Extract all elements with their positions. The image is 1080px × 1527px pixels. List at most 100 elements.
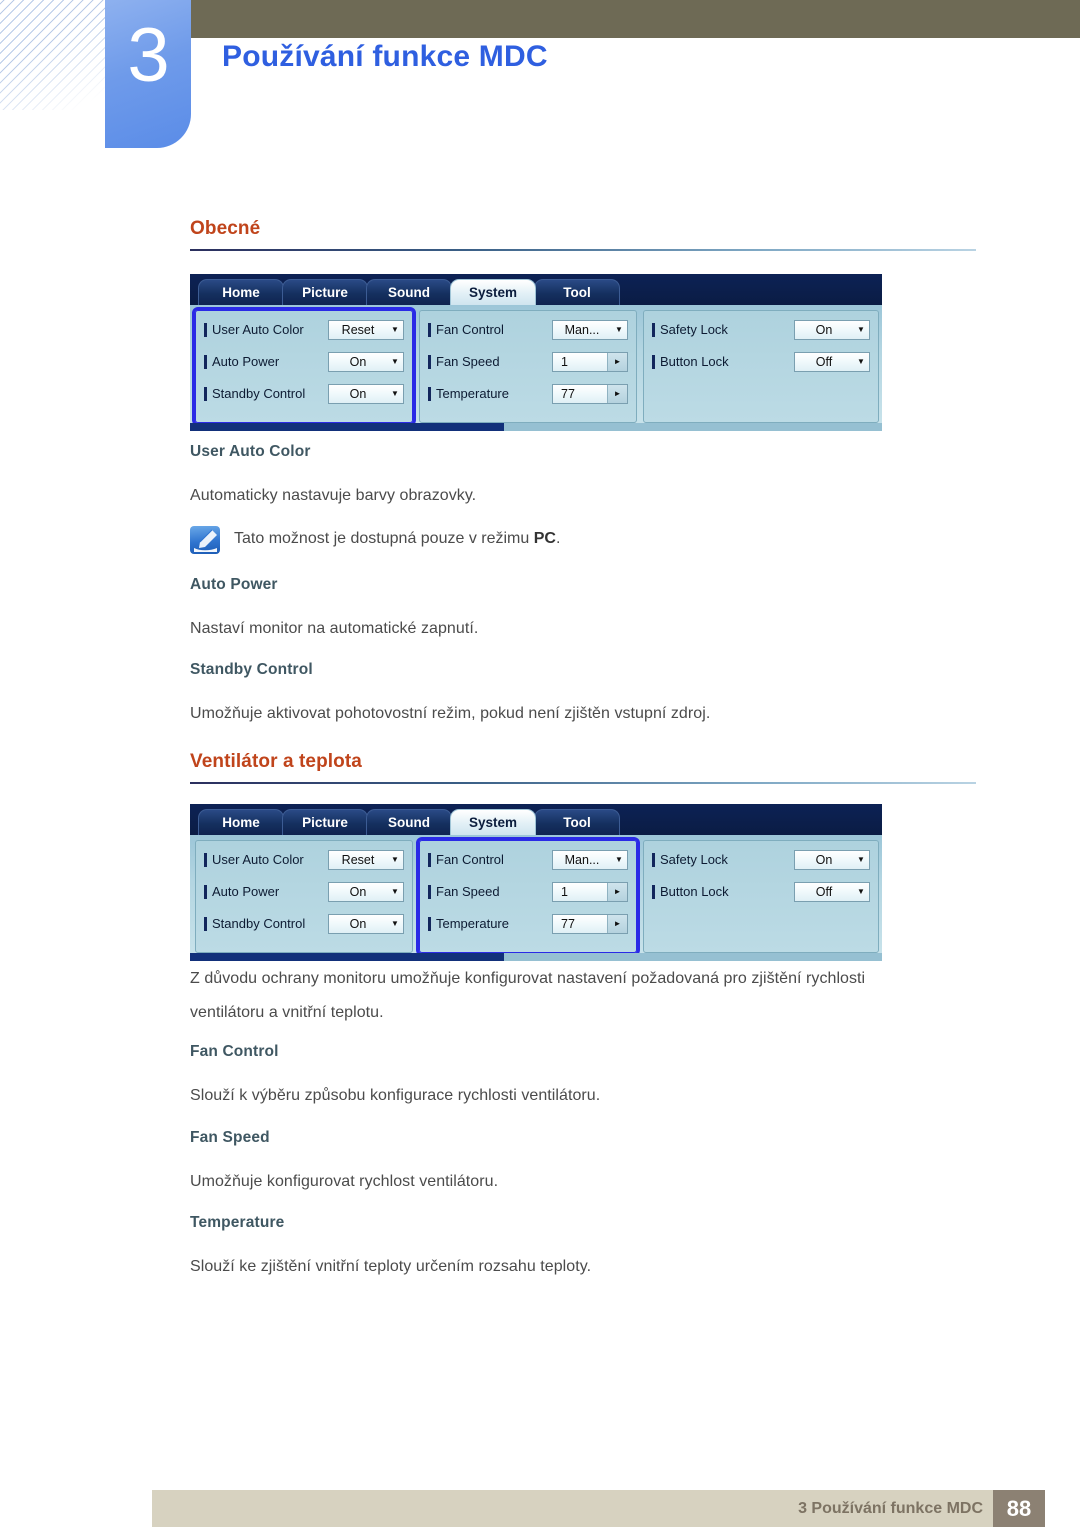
mdc-combo-value: On bbox=[349, 386, 367, 401]
mdc-tab-system[interactable]: System bbox=[450, 809, 536, 835]
mdc-row-button-lock: Button Lock Off ▼ bbox=[652, 880, 870, 903]
mdc-combo-value: Off bbox=[815, 884, 833, 899]
mdc-spinner-value: 1 bbox=[561, 884, 568, 899]
mdc-label-fan-speed: Fan Speed bbox=[436, 354, 500, 369]
mdc-label-temperature: Temperature bbox=[436, 386, 509, 401]
mdc-combo-safety-lock[interactable]: On ▼ bbox=[794, 319, 870, 340]
subheading-fan-speed: Fan Speed bbox=[190, 1129, 270, 1146]
mdc-combo-value: On bbox=[349, 354, 367, 369]
chevron-right-icon[interactable]: ► bbox=[607, 352, 627, 371]
mdc-label-fan-control: Fan Control bbox=[436, 852, 504, 867]
bullet-icon bbox=[428, 916, 431, 931]
mdc-row-temperature: Temperature 77 ► bbox=[428, 382, 628, 405]
mdc-bottom-bar bbox=[190, 953, 882, 961]
mdc-row-button-lock: Button Lock Off ▼ bbox=[652, 350, 870, 373]
chevron-right-icon[interactable]: ► bbox=[607, 914, 627, 933]
bullet-icon bbox=[204, 884, 207, 899]
chevron-down-icon: ▼ bbox=[391, 356, 399, 366]
mdc-screenshot-fan: Home Picture Sound System Tool User Auto Col… bbox=[190, 804, 882, 961]
subheading-standby-control: Standby Control bbox=[190, 661, 313, 678]
mdc-combo-user-auto-color[interactable]: Reset ▼ bbox=[328, 319, 404, 340]
mdc-combo-fan-control[interactable]: Man... ▼ bbox=[552, 319, 628, 340]
mdc-tab-bar: Home Picture Sound System Tool bbox=[190, 804, 882, 835]
chevron-right-icon[interactable]: ► bbox=[607, 882, 627, 901]
mdc-spinner-temperature[interactable]: 77 ► bbox=[552, 383, 628, 404]
mdc-combo-value: Reset bbox=[341, 322, 375, 337]
mdc-bottom-bar bbox=[190, 423, 882, 431]
mdc-row-auto-power: Auto Power On ▼ bbox=[204, 880, 404, 903]
chevron-down-icon: ▼ bbox=[857, 854, 865, 864]
mdc-tab-sound[interactable]: Sound bbox=[366, 809, 452, 835]
mdc-combo-fan-control[interactable]: Man... ▼ bbox=[552, 849, 628, 870]
note-text-before: Tato možnost je dostupná pouze v režimu bbox=[234, 530, 534, 547]
page-footer: 3 Používání funkce MDC 88 bbox=[152, 1490, 1045, 1527]
mdc-combo-safety-lock[interactable]: On ▼ bbox=[794, 849, 870, 870]
mdc-tab-home[interactable]: Home bbox=[198, 809, 284, 835]
section-title-obecne: Obecné bbox=[190, 218, 261, 239]
mdc-tab-tool[interactable]: Tool bbox=[534, 279, 620, 305]
mdc-combo-value: On bbox=[815, 322, 833, 337]
chevron-down-icon: ▼ bbox=[615, 324, 623, 334]
mdc-row-auto-power: Auto Power On ▼ bbox=[204, 350, 404, 373]
mdc-combo-auto-power[interactable]: On ▼ bbox=[328, 881, 404, 902]
mdc-tab-tool[interactable]: Tool bbox=[534, 809, 620, 835]
bullet-icon bbox=[428, 386, 431, 401]
mdc-label-temperature: Temperature bbox=[436, 916, 509, 931]
mdc-label-standby-control: Standby Control bbox=[212, 916, 306, 931]
mdc-combo-value: Man... bbox=[564, 322, 600, 337]
mdc-label-user-auto-color: User Auto Color bbox=[212, 852, 304, 867]
mdc-spinner-fan-speed[interactable]: 1 ► bbox=[552, 881, 628, 902]
mdc-group-general: User Auto Color Reset ▼ Auto Power On ▼ … bbox=[192, 307, 416, 426]
mdc-label-fan-speed: Fan Speed bbox=[436, 884, 500, 899]
chapter-number: 3 bbox=[127, 13, 169, 98]
mdc-combo-standby-control[interactable]: On ▼ bbox=[328, 383, 404, 404]
bullet-icon bbox=[652, 852, 655, 867]
bullet-icon bbox=[204, 916, 207, 931]
mdc-combo-user-auto-color[interactable]: Reset ▼ bbox=[328, 849, 404, 870]
mdc-label-safety-lock: Safety Lock bbox=[660, 322, 728, 337]
chevron-right-icon[interactable]: ► bbox=[607, 384, 627, 403]
mdc-tab-picture[interactable]: Picture bbox=[282, 809, 368, 835]
mdc-body: User Auto Color Reset ▼ Auto Power On ▼ … bbox=[190, 305, 882, 426]
mdc-spinner-temperature[interactable]: 77 ► bbox=[552, 913, 628, 934]
mdc-label-button-lock: Button Lock bbox=[660, 354, 729, 369]
note-text-after: . bbox=[555, 530, 561, 547]
mdc-tab-bar: Home Picture Sound System Tool bbox=[190, 274, 882, 305]
body-fan-intro-line1: Z důvodu ochrany monitoru umožňuje konfi… bbox=[190, 970, 866, 987]
section-obecne: Obecné bbox=[190, 218, 976, 251]
mdc-row-standby-control: Standby Control On ▼ bbox=[204, 382, 404, 405]
mdc-spinner-value: 77 bbox=[561, 916, 575, 931]
mdc-bottom-bar-active bbox=[190, 953, 504, 961]
mdc-combo-button-lock[interactable]: Off ▼ bbox=[794, 351, 870, 372]
mdc-row-safety-lock: Safety Lock On ▼ bbox=[652, 848, 870, 871]
chevron-down-icon: ▼ bbox=[391, 854, 399, 864]
section-title-ventilator: Ventilátor a teplota bbox=[190, 751, 362, 772]
mdc-group-lock: Safety Lock On ▼ Button Lock Off ▼ bbox=[643, 310, 879, 423]
chevron-down-icon: ▼ bbox=[391, 918, 399, 928]
mdc-row-fan-control: Fan Control Man... ▼ bbox=[428, 318, 628, 341]
subheading-user-auto-color: User Auto Color bbox=[190, 443, 311, 460]
mdc-group-general: User Auto Color Reset ▼ Auto Power On ▼ … bbox=[195, 840, 413, 953]
subheading-auto-power: Auto Power bbox=[190, 576, 278, 593]
mdc-combo-standby-control[interactable]: On ▼ bbox=[328, 913, 404, 934]
mdc-row-fan-control: Fan Control Man... ▼ bbox=[428, 848, 628, 871]
mdc-spinner-value: 77 bbox=[561, 386, 575, 401]
mdc-tab-picture[interactable]: Picture bbox=[282, 279, 368, 305]
mdc-body: User Auto Color Reset ▼ Auto Power On ▼ … bbox=[190, 835, 882, 956]
mdc-tab-sound[interactable]: Sound bbox=[366, 279, 452, 305]
chapter-number-block: 3 bbox=[105, 0, 191, 148]
bullet-icon bbox=[428, 354, 431, 369]
bullet-icon bbox=[428, 852, 431, 867]
mdc-combo-button-lock[interactable]: Off ▼ bbox=[794, 881, 870, 902]
mdc-tab-home[interactable]: Home bbox=[198, 279, 284, 305]
mdc-label-auto-power: Auto Power bbox=[212, 884, 280, 899]
chevron-down-icon: ▼ bbox=[857, 886, 865, 896]
mdc-row-user-auto-color: User Auto Color Reset ▼ bbox=[204, 318, 404, 341]
mdc-row-temperature: Temperature 77 ► bbox=[428, 912, 628, 935]
mdc-spinner-value: 1 bbox=[561, 354, 568, 369]
mdc-tab-system[interactable]: System bbox=[450, 279, 536, 305]
mdc-label-standby-control: Standby Control bbox=[212, 386, 306, 401]
mdc-spinner-fan-speed[interactable]: 1 ► bbox=[552, 351, 628, 372]
mdc-combo-auto-power[interactable]: On ▼ bbox=[328, 351, 404, 372]
mdc-row-user-auto-color: User Auto Color Reset ▼ bbox=[204, 848, 404, 871]
